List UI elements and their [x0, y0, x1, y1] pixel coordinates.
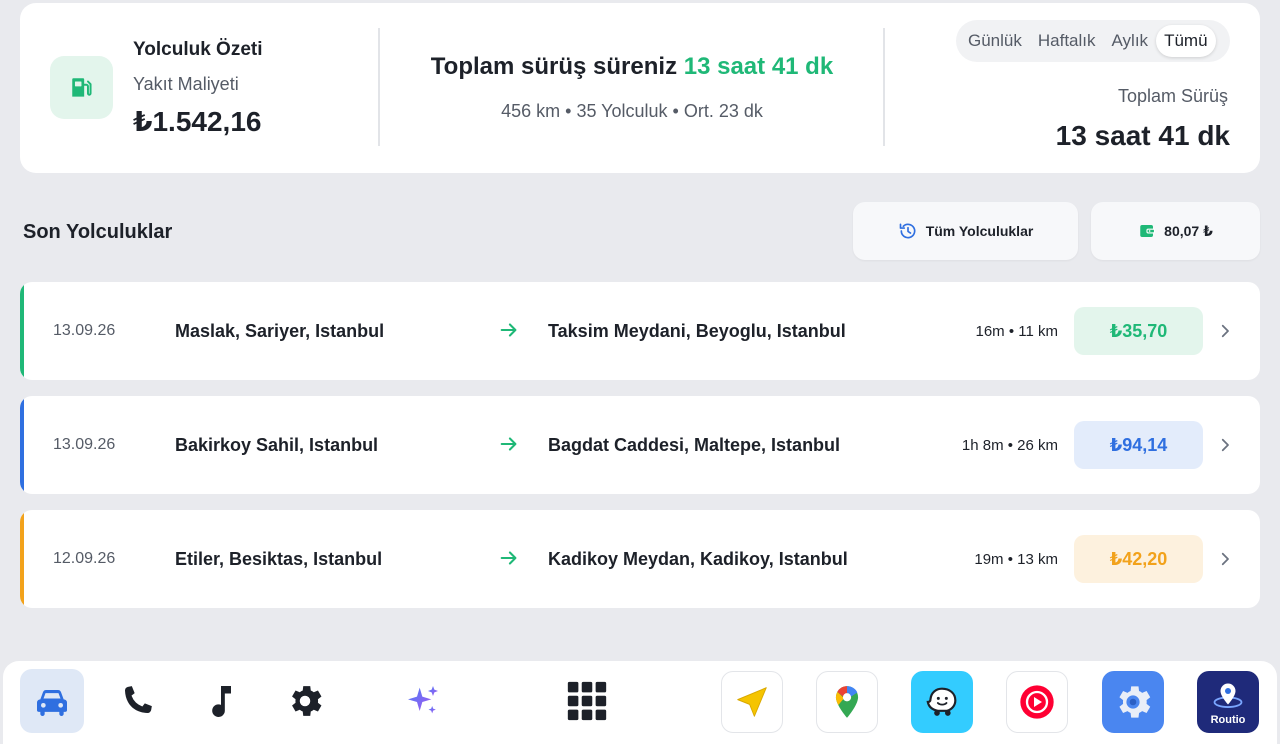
music-icon — [212, 686, 231, 717]
routio-app[interactable]: Routio — [1197, 671, 1259, 733]
summary-title: Yolculuk Özeti — [133, 39, 263, 60]
trip-date: 13.09.26 — [53, 436, 116, 453]
trip-stats: 456 km • 35 Yolculuk • Ort. 23 dk — [501, 101, 763, 121]
maps-app[interactable] — [816, 671, 878, 733]
trip-origin: Maslak, Sariyer, Istanbul — [175, 321, 385, 341]
settings-icon — [292, 686, 322, 716]
dock-assistant-button[interactable] — [391, 669, 455, 733]
chevron-right-icon[interactable] — [1216, 320, 1234, 342]
settings-gear-icon — [1119, 686, 1151, 718]
waze-app[interactable] — [911, 671, 973, 733]
dock-apps-button[interactable] — [555, 669, 619, 733]
drive-time-headline: Toplam sürüş süreniz 13 saat 41 dk — [380, 53, 884, 81]
car-icon — [37, 689, 67, 716]
trip-duration-distance: 1h 8m • 26 km — [961, 437, 1058, 454]
music-player-app[interactable] — [1006, 671, 1068, 733]
tab-all[interactable]: Tümü — [1156, 25, 1216, 57]
recent-trips-title: Son Yolculuklar — [23, 221, 173, 243]
dock-music-button[interactable] — [189, 669, 253, 733]
total-drive-label: Toplam Sürüş — [1117, 86, 1228, 106]
arrow-right-icon — [500, 323, 517, 337]
settings-app[interactable] — [1102, 671, 1164, 733]
trip-price: ₺42,20 — [1074, 535, 1203, 583]
apps-grid-icon — [567, 681, 607, 721]
map-pin-icon — [835, 686, 859, 718]
routio-label: Routio — [1210, 713, 1246, 726]
drive-time-value: 13 saat 41 dk — [683, 53, 834, 80]
trip-row[interactable]: 12.09.26 Etiler, Besiktas, Istanbul Kadi… — [20, 510, 1260, 608]
fuel-cost-value: ₺1.542,16 — [133, 106, 262, 137]
arrow-right-icon — [500, 551, 517, 565]
chevron-right-icon[interactable] — [1216, 548, 1234, 570]
dock-settings-button[interactable] — [273, 669, 337, 733]
navigation-arrow-icon — [737, 687, 767, 717]
all-trips-label: Tüm Yolculuklar — [925, 223, 1034, 239]
trip-duration-distance: 16m • 11 km — [975, 323, 1059, 340]
tab-weekly[interactable]: Haftalık — [1030, 25, 1104, 57]
fuel-tile — [50, 56, 113, 119]
dock-car-button[interactable] — [20, 669, 84, 733]
wallet-icon — [1140, 225, 1156, 237]
divider — [883, 28, 885, 146]
trip-date: 13.09.26 — [53, 322, 116, 339]
history-icon — [899, 223, 916, 239]
arrow-right-icon — [500, 437, 517, 451]
trip-accent-bar — [20, 510, 24, 608]
trip-date: 12.09.26 — [53, 550, 116, 567]
play-music-icon — [1020, 685, 1054, 719]
wallet-balance: 80,07 ₺ — [1164, 222, 1213, 239]
trip-origin: Etiler, Besiktas, Istanbul — [175, 549, 383, 569]
trip-row[interactable]: 13.09.26 Bakirkoy Sahil, Istanbul Bagdat… — [20, 396, 1260, 494]
trip-price: ₺94,14 — [1074, 421, 1203, 469]
navigation-app[interactable] — [721, 671, 783, 733]
trip-accent-bar — [20, 282, 24, 380]
waze-icon — [926, 687, 957, 716]
fuel-cost-label: Yakıt Maliyeti — [133, 74, 239, 94]
phone-icon — [124, 686, 152, 714]
drive-time-summary: Toplam sürüş süreniz 13 saat 41 dk 456 k… — [380, 53, 884, 122]
fuel-pump-icon — [71, 77, 92, 97]
total-drive-value: 13 saat 41 dk — [1055, 120, 1230, 151]
trip-row[interactable]: 13.09.26 Maslak, Sariyer, Istanbul Taksi… — [20, 282, 1260, 380]
trip-destination: Taksim Meydani, Beyoglu, Istanbul — [548, 321, 846, 341]
tab-monthly[interactable]: Aylık — [1104, 25, 1157, 57]
all-trips-button[interactable]: Tüm Yolculuklar — [853, 202, 1078, 260]
period-tabs: Günlük Haftalık Aylık Tümü — [956, 20, 1230, 62]
tab-daily[interactable]: Günlük — [960, 25, 1030, 57]
trip-origin: Bakirkoy Sahil, Istanbul — [175, 435, 379, 455]
trip-accent-bar — [20, 396, 24, 494]
drive-time-prefix: Toplam sürüş süreniz — [430, 53, 678, 80]
trip-summary-card: Yolculuk Özeti Yakıt Maliyeti ₺1.542,16 … — [20, 3, 1260, 173]
dock-phone-button[interactable] — [105, 669, 169, 733]
trip-duration-distance: 19m • 13 km — [974, 551, 1058, 568]
routio-pin-icon — [1213, 683, 1243, 708]
trip-price: ₺35,70 — [1074, 307, 1203, 355]
chevron-right-icon[interactable] — [1216, 434, 1234, 456]
bottom-dock: Routio — [3, 661, 1277, 744]
trip-destination: Kadikoy Meydan, Kadikoy, Istanbul — [548, 549, 848, 569]
trip-destination: Bagdat Caddesi, Maltepe, Istanbul — [548, 435, 841, 455]
sparkle-icon — [408, 686, 438, 714]
wallet-balance-button[interactable]: 80,07 ₺ — [1091, 202, 1260, 260]
